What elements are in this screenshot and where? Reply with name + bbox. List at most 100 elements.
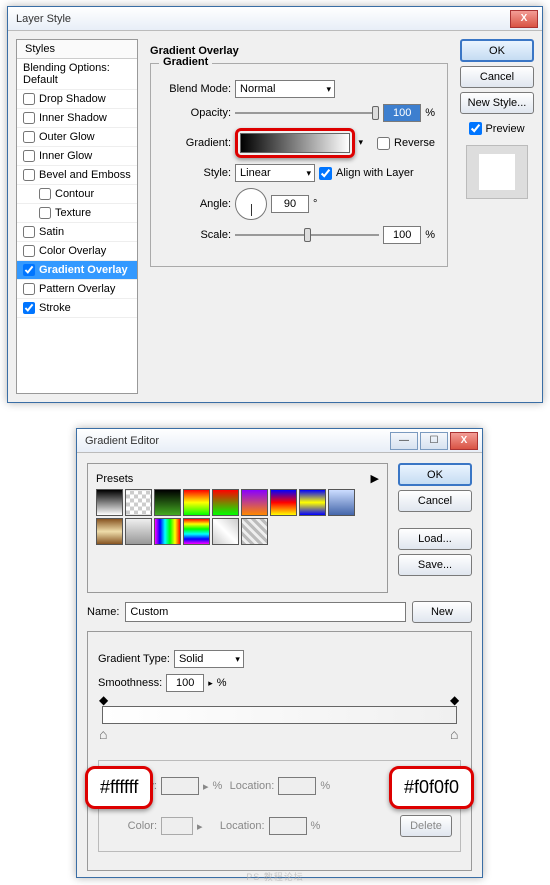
- align-checkbox[interactable]: [319, 167, 332, 180]
- checkbox[interactable]: [23, 283, 35, 295]
- save-button[interactable]: Save...: [398, 554, 472, 576]
- checkbox[interactable]: [23, 131, 35, 143]
- presets-menu-icon[interactable]: ▶: [371, 472, 379, 485]
- gradient-bar[interactable]: [102, 706, 457, 724]
- style-gradient-overlay[interactable]: Gradient Overlay: [17, 261, 137, 280]
- preset[interactable]: [183, 489, 210, 516]
- color-stop-left[interactable]: [99, 726, 109, 738]
- blend-mode-label: Blend Mode:: [163, 83, 231, 95]
- new-style-button[interactable]: New Style...: [460, 92, 534, 114]
- gradient-legend: Gradient: [159, 56, 212, 68]
- presets-label: Presets: [96, 473, 133, 485]
- ok-button[interactable]: OK: [398, 463, 472, 486]
- minimize-button[interactable]: —: [390, 432, 418, 450]
- presets-panel: Presets ▶: [87, 463, 388, 593]
- style-drop-shadow[interactable]: Drop Shadow: [17, 90, 137, 109]
- close-button[interactable]: X: [450, 432, 478, 450]
- angle-dial[interactable]: [235, 188, 267, 220]
- checkbox[interactable]: [23, 169, 35, 181]
- callout-left: #ffffff: [85, 766, 153, 809]
- cancel-button[interactable]: Cancel: [460, 66, 534, 88]
- window-title: Layer Style: [16, 13, 510, 25]
- style-label: Style:: [163, 167, 231, 179]
- window-title: Gradient Editor: [85, 435, 390, 447]
- stop-location-2[interactable]: [269, 817, 307, 835]
- reverse-checkbox[interactable]: [377, 137, 390, 150]
- preset[interactable]: [183, 518, 210, 545]
- ge-button-column: OK Cancel Load... Save...: [398, 463, 472, 593]
- stop-location-1[interactable]: [278, 777, 316, 795]
- styles-header[interactable]: Styles: [17, 40, 137, 59]
- checkbox[interactable]: [23, 245, 35, 257]
- blend-mode-select[interactable]: Normal: [235, 80, 335, 98]
- gradient-type-panel: Gradient Type: Solid Smoothness: 100 ▸ %…: [87, 631, 472, 871]
- preset[interactable]: [96, 489, 123, 516]
- preset[interactable]: [154, 489, 181, 516]
- preset[interactable]: [154, 518, 181, 545]
- name-input[interactable]: [125, 602, 406, 622]
- checkbox[interactable]: [39, 207, 51, 219]
- maximize-button[interactable]: ☐: [420, 432, 448, 450]
- scale-value[interactable]: 100: [383, 226, 421, 244]
- style-texture[interactable]: Texture: [17, 204, 137, 223]
- scale-slider[interactable]: [235, 228, 379, 242]
- style-pattern-overlay[interactable]: Pattern Overlay: [17, 280, 137, 299]
- angle-value[interactable]: 90: [271, 195, 309, 213]
- checkbox[interactable]: [23, 226, 35, 238]
- preset[interactable]: [299, 489, 326, 516]
- gradient-swatch[interactable]: [240, 133, 350, 153]
- load-button[interactable]: Load...: [398, 528, 472, 550]
- angle-label: Angle:: [163, 198, 231, 210]
- checkbox[interactable]: [23, 93, 35, 105]
- presets-grid: [96, 489, 379, 545]
- blending-options-row[interactable]: Blending Options: Default: [17, 59, 137, 90]
- style-contour[interactable]: Contour: [17, 185, 137, 204]
- watermark: PS 教程论坛: [0, 870, 550, 883]
- new-button[interactable]: New: [412, 601, 472, 623]
- titlebar[interactable]: Layer Style X: [8, 7, 542, 31]
- center-panel: Gradient Overlay Gradient Blend Mode: No…: [146, 39, 452, 394]
- preset[interactable]: [328, 489, 355, 516]
- gradient-label: Gradient:: [163, 137, 231, 149]
- stop-color-swatch[interactable]: [161, 817, 193, 835]
- preset[interactable]: [212, 518, 239, 545]
- style-inner-glow[interactable]: Inner Glow: [17, 147, 137, 166]
- grad-type-select[interactable]: Solid: [174, 650, 244, 668]
- delete-color-stop[interactable]: Delete: [400, 815, 452, 837]
- opacity-stop-right[interactable]: [450, 693, 460, 705]
- stop-opacity[interactable]: [161, 777, 199, 795]
- preview-box: [466, 145, 528, 199]
- checkbox[interactable]: [39, 188, 51, 200]
- name-label: Name:: [87, 606, 119, 618]
- smoothness-value[interactable]: 100: [166, 674, 204, 692]
- titlebar[interactable]: Gradient Editor — ☐ X: [77, 429, 482, 453]
- preset[interactable]: [241, 518, 268, 545]
- preset[interactable]: [125, 489, 152, 516]
- cancel-button[interactable]: Cancel: [398, 490, 472, 512]
- style-inner-shadow[interactable]: Inner Shadow: [17, 109, 137, 128]
- opacity-value[interactable]: 100: [383, 104, 421, 122]
- checkbox[interactable]: [23, 112, 35, 124]
- opacity-slider[interactable]: [235, 106, 379, 120]
- style-stroke[interactable]: Stroke: [17, 299, 137, 318]
- style-select[interactable]: Linear: [235, 164, 315, 182]
- checkbox[interactable]: [23, 302, 35, 314]
- preset[interactable]: [270, 489, 297, 516]
- checkbox[interactable]: [23, 264, 35, 276]
- preset[interactable]: [212, 489, 239, 516]
- checkbox[interactable]: [23, 150, 35, 162]
- preset[interactable]: [125, 518, 152, 545]
- style-satin[interactable]: Satin: [17, 223, 137, 242]
- preview-checkbox[interactable]: [469, 122, 482, 135]
- styles-panel: Styles Blending Options: Default Drop Sh…: [16, 39, 138, 394]
- style-bevel-emboss[interactable]: Bevel and Emboss: [17, 166, 137, 185]
- color-stop-right[interactable]: [450, 726, 460, 738]
- preset[interactable]: [96, 518, 123, 545]
- ok-button[interactable]: OK: [460, 39, 534, 62]
- close-button[interactable]: X: [510, 10, 538, 28]
- layer-style-dialog: Layer Style X Styles Blending Options: D…: [7, 6, 543, 403]
- preset[interactable]: [241, 489, 268, 516]
- opacity-stop-left[interactable]: [99, 693, 109, 705]
- style-color-overlay[interactable]: Color Overlay: [17, 242, 137, 261]
- style-outer-glow[interactable]: Outer Glow: [17, 128, 137, 147]
